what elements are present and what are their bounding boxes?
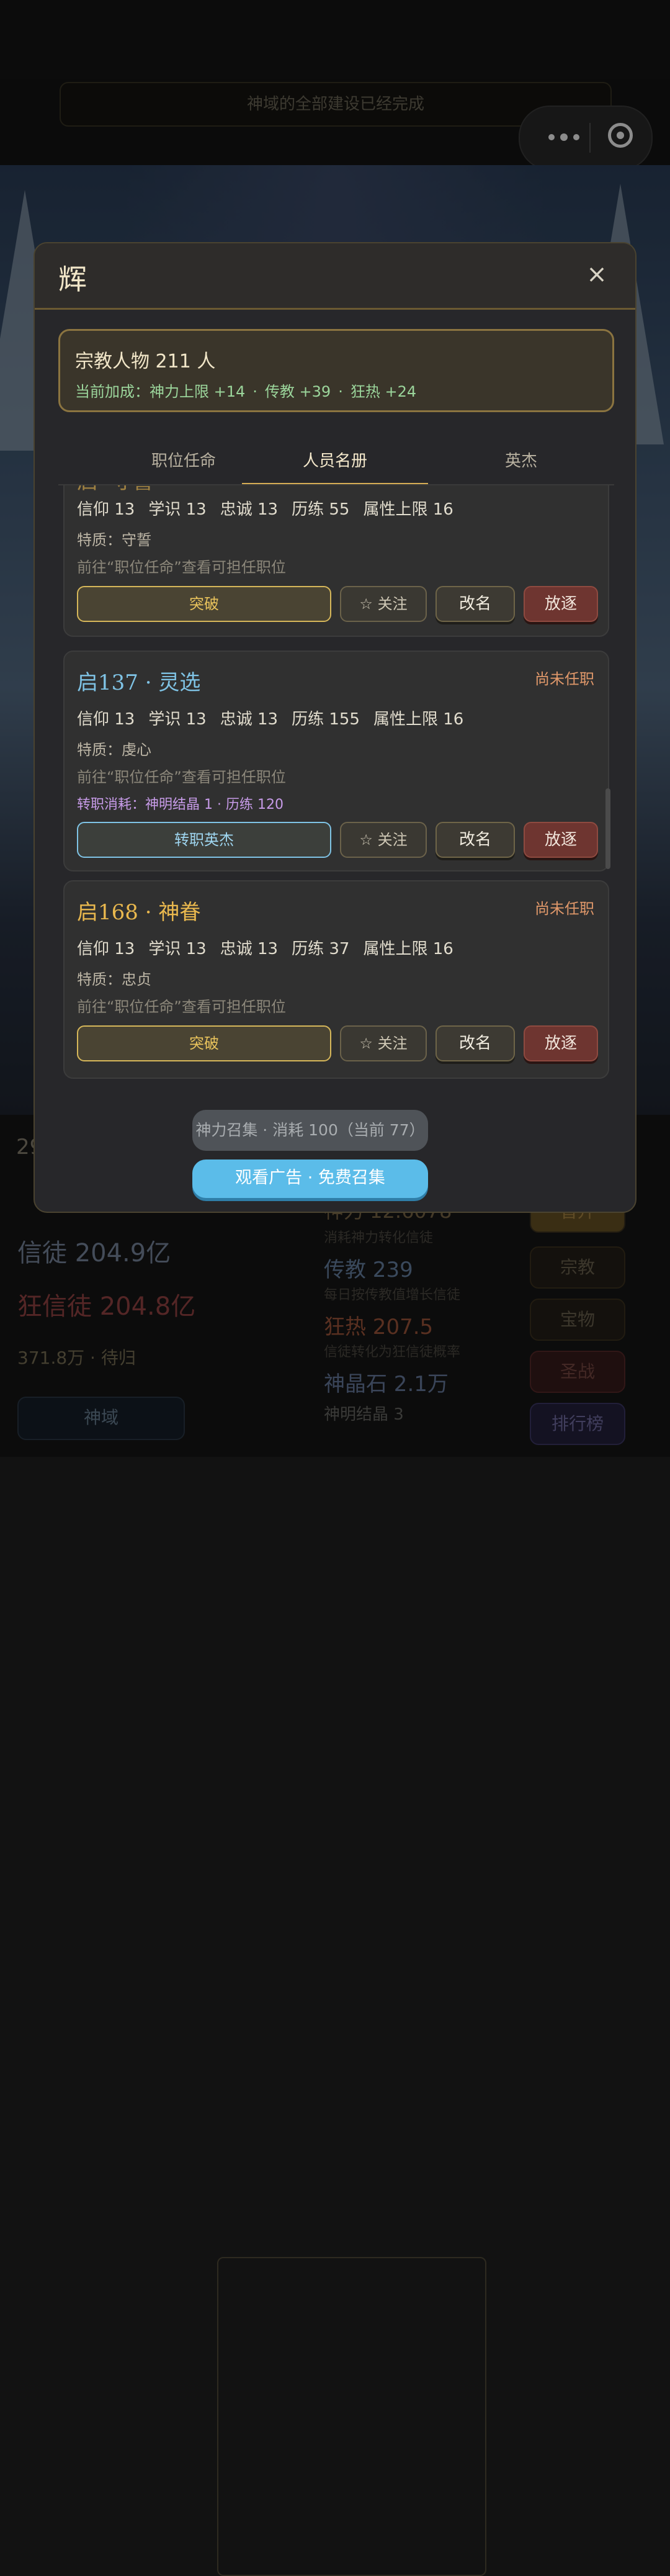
exile-button[interactable]: 放逐 — [524, 1025, 598, 1061]
breakthrough-button[interactable]: 突破 — [77, 586, 331, 622]
stat-experience: 历练 155 — [292, 710, 360, 729]
tab-heroes[interactable]: 英杰 — [428, 446, 614, 485]
status-badge: 尚未任职 — [535, 900, 594, 917]
watch-ad-summon-button[interactable]: 观看广告 · 免费召集 — [192, 1160, 428, 1198]
current-bonus: 当前加成：神力上限 +14 · 传教 +39 · 狂热 +24 — [75, 379, 424, 401]
stat-experience: 历练 37 — [292, 940, 350, 958]
deity-portrait-frame — [217, 2257, 486, 2576]
figure-stats: 信仰 13 学识 13 忠诚 13 历练 55 属性上限 16 — [77, 497, 467, 520]
rename-button[interactable]: 改名 — [436, 822, 515, 858]
list-scrollbar[interactable] — [605, 788, 610, 869]
bonus-divine-power: 神力上限 +14 — [150, 383, 246, 400]
stat-faith: 信仰 13 — [77, 500, 135, 519]
position-hint: 前往“职位任命”查看可担任职位 — [77, 768, 286, 786]
position-hint: 前往“职位任命”查看可担任职位 — [77, 998, 286, 1016]
stat-cap: 属性上限 16 — [363, 500, 453, 519]
personnel-list[interactable]: 启· 守誓 信仰 13学识 13忠诚 13历练 55属性上限 16 特质：守誓 … — [35, 485, 635, 1212]
stat-knowledge: 学识 13 — [148, 940, 207, 958]
stat-knowledge: 学识 13 — [148, 500, 207, 519]
bonus-fervor: 狂热 +24 — [350, 383, 417, 400]
position-hint: 前往“职位任命”查看可担任职位 — [77, 559, 286, 576]
stat-loyalty: 忠诚 13 — [220, 710, 279, 729]
follow-button[interactable]: ☆ 关注 — [340, 822, 427, 858]
stat-experience: 历练 55 — [292, 500, 350, 519]
figure-trait: 特质：忠贞 — [77, 971, 151, 988]
stat-faith: 信仰 13 — [77, 710, 135, 729]
tab-personnel-roster[interactable]: 人员名册 — [242, 446, 428, 485]
modal-title: 辉 — [58, 263, 87, 296]
summary-box: 宗教人物 211 人 当前加成：神力上限 +14 · 传教 +39 · 狂热 +24 — [58, 329, 614, 412]
bonus-label: 当前加成： — [75, 383, 150, 400]
figure-stats: 信仰 13 学识 13 忠诚 13 历练 37 属性上限 16 — [77, 936, 467, 959]
rename-button[interactable]: 改名 — [436, 586, 515, 622]
stat-cap: 属性上限 16 — [363, 940, 453, 958]
modal-header: 辉 × — [35, 243, 635, 310]
stat-cap: 属性上限 16 — [373, 710, 464, 729]
figure-name: 启168 · 神眷 — [77, 900, 201, 925]
transfer-cost: 转职消耗：神明结晶 1 · 历练 120 — [77, 797, 284, 813]
figure-name: 启· 守誓 — [77, 485, 154, 495]
exile-button[interactable]: 放逐 — [524, 586, 598, 622]
divine-summon-button[interactable]: 神力召集 · 消耗 100（当前 77） — [192, 1110, 428, 1151]
stat-loyalty: 忠诚 13 — [220, 500, 279, 519]
stat-loyalty: 忠诚 13 — [220, 940, 279, 958]
bonus-separator: · — [338, 383, 343, 400]
exile-button[interactable]: 放逐 — [524, 822, 598, 858]
figure-name: 启137 · 灵选 — [77, 670, 201, 695]
stat-faith: 信仰 13 — [77, 940, 135, 958]
religion-figures-modal: 辉 × 宗教人物 211 人 当前加成：神力上限 +14 · 传教 +39 · 狂热 +… — [34, 242, 636, 1213]
figure-stats: 信仰 13 学识 13 忠诚 13 历练 155 属性上限 16 — [77, 706, 477, 729]
list-item: 启168 · 神眷 尚未任职 信仰 13 学识 13 忠诚 13 历练 37 属性上限 … — [63, 880, 609, 1079]
bonus-separator: · — [252, 383, 257, 400]
transfer-hero-button[interactable]: 转职英杰 — [77, 822, 331, 858]
list-item: 启· 守誓 信仰 13学识 13忠诚 13历练 55属性上限 16 特质：守誓 … — [63, 485, 609, 637]
figure-trait: 特质：虔心 — [77, 741, 151, 759]
figure-trait: 特质：守誓 — [77, 531, 151, 549]
figure-count: 宗教人物 211 人 — [75, 351, 216, 372]
follow-button[interactable]: ☆ 关注 — [340, 586, 427, 622]
breakthrough-button[interactable]: 突破 — [77, 1025, 331, 1061]
rename-button[interactable]: 改名 — [436, 1025, 515, 1061]
bonus-missionary: 传教 +39 — [264, 383, 331, 400]
list-item: 启137 · 灵选 尚未任职 信仰 13 学识 13 忠诚 13 历练 155 属性上限… — [63, 651, 609, 871]
stat-knowledge: 学识 13 — [148, 710, 207, 729]
follow-button[interactable]: ☆ 关注 — [340, 1025, 427, 1061]
status-badge: 尚未任职 — [535, 670, 594, 688]
tab-bar: 职位任命 人员名册 英杰 — [35, 446, 635, 485]
close-icon[interactable]: × — [584, 262, 609, 287]
